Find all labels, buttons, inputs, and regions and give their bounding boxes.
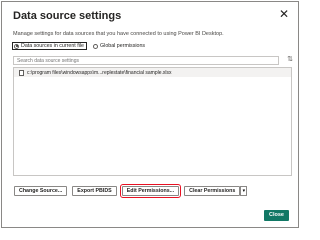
export-pbids-button[interactable]: Export PBIDS: [72, 186, 117, 196]
radio-unselected-icon: [93, 43, 99, 49]
change-source-button[interactable]: Change Source...: [14, 186, 68, 196]
data-source-settings-dialog: Data source settings ✕ Manage settings f…: [1, 1, 299, 228]
radio-selected-icon: [14, 43, 19, 49]
close-button[interactable]: Close: [264, 210, 289, 221]
dialog-title: Data source settings: [13, 10, 122, 22]
close-icon[interactable]: ✕: [277, 7, 291, 21]
dialog-description: Manage settings for data sources that yo…: [13, 31, 224, 37]
radio-global-permissions-label: Global permissions: [100, 43, 146, 49]
radio-current-file-label: Data sources in current file: [21, 43, 85, 49]
sort-icon[interactable]: ⇅: [285, 55, 295, 65]
action-button-row: Change Source... Export PBIDS Edit Permi…: [14, 183, 248, 199]
list-item[interactable]: c:\program files\windowsapps\m...replest…: [14, 68, 291, 77]
scope-radio-group: Data sources in current file Global perm…: [12, 42, 145, 50]
edit-permissions-button[interactable]: Edit Permissions...: [119, 183, 182, 199]
clear-permissions-button[interactable]: Clear Permissions: [184, 186, 241, 196]
radio-global-permissions[interactable]: Global permissions: [93, 43, 145, 49]
search-input[interactable]: [13, 56, 279, 65]
chevron-down-icon[interactable]: ▾: [240, 186, 248, 196]
data-source-list[interactable]: c:\program files\windowsapps\m...replest…: [13, 67, 292, 176]
radio-current-file[interactable]: Data sources in current file: [12, 42, 88, 50]
file-icon: [19, 69, 24, 76]
data-source-path: c:\program files\windowsapps\m...replest…: [27, 69, 172, 76]
